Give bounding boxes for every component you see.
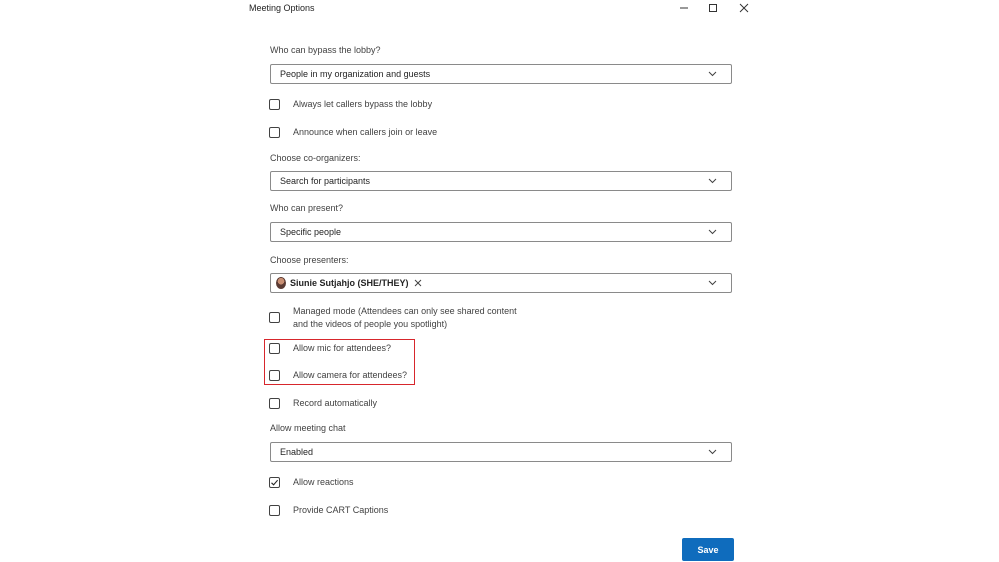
remove-presenter-button[interactable] <box>414 279 422 287</box>
maximize-button[interactable] <box>702 0 724 16</box>
lobby-value: People in my organization and guests <box>280 69 431 79</box>
close-icon <box>739 3 749 13</box>
lobby-dropdown[interactable]: People in my organization and guests <box>270 64 732 84</box>
callers-bypass-label: Always let callers bypass the lobby <box>293 99 433 109</box>
managed-mode-label-line1: Managed mode (Attendees can only see sha… <box>293 306 517 316</box>
checkmark-icon <box>271 479 279 486</box>
allow-reactions-row[interactable]: Allow reactions <box>269 477 354 488</box>
maximize-icon <box>709 4 717 12</box>
meeting-chat-label: Allow meeting chat <box>270 423 346 433</box>
announce-callers-row[interactable]: Announce when callers join or leave <box>269 127 437 138</box>
chevron-down-icon <box>708 449 717 455</box>
chevron-down-icon <box>708 280 717 286</box>
callers-bypass-checkbox[interactable] <box>269 99 280 110</box>
chevron-down-icon <box>708 71 717 77</box>
managed-mode-label: Managed mode (Attendees can only see sha… <box>293 305 517 331</box>
chevron-down-icon <box>708 178 717 184</box>
meeting-chat-value: Enabled <box>280 447 314 457</box>
allow-camera-checkbox[interactable] <box>269 370 280 381</box>
remove-icon <box>414 279 421 287</box>
minimize-icon <box>680 7 688 9</box>
cart-captions-label: Provide CART Captions <box>293 505 389 515</box>
presenters-who-label: Who can present? <box>270 203 344 213</box>
presenter-chip: Siunie Sutjahjo (SHE/THEY) <box>276 277 422 289</box>
presenters-choose-label: Choose presenters: <box>270 255 349 265</box>
cart-captions-checkbox[interactable] <box>269 505 280 516</box>
meeting-options-window: Meeting Options Who can bypass the lobby… <box>0 0 999 562</box>
save-button[interactable]: Save <box>682 538 734 561</box>
callers-bypass-row[interactable]: Always let callers bypass the lobby <box>269 99 432 110</box>
allow-camera-row[interactable]: Allow camera for attendees? <box>269 370 407 381</box>
presenter-chip-name: Siunie Sutjahjo (SHE/THEY) <box>290 278 409 288</box>
coorganizers-label: Choose co-organizers: <box>270 153 361 163</box>
allow-reactions-label: Allow reactions <box>293 477 354 487</box>
allow-mic-checkbox[interactable] <box>269 343 280 354</box>
announce-callers-label: Announce when callers join or leave <box>293 127 438 137</box>
managed-mode-label-line2: and the videos of people you spotlight) <box>293 319 448 329</box>
presenters-who-value: Specific people <box>280 227 342 237</box>
record-auto-row[interactable]: Record automatically <box>269 398 377 409</box>
coorganizers-placeholder: Search for participants <box>280 176 371 186</box>
managed-mode-row[interactable]: Managed mode (Attendees can only see sha… <box>269 306 517 329</box>
lobby-label: Who can bypass the lobby? <box>270 45 381 55</box>
presenters-who-dropdown[interactable]: Specific people <box>270 222 732 242</box>
chevron-down-icon <box>708 229 717 235</box>
managed-mode-checkbox[interactable] <box>269 312 280 323</box>
coorganizers-dropdown[interactable]: Search for participants <box>270 171 732 191</box>
record-auto-label: Record automatically <box>293 398 378 408</box>
cart-captions-row[interactable]: Provide CART Captions <box>269 505 388 516</box>
allow-camera-label: Allow camera for attendees? <box>293 370 408 380</box>
window-title: Meeting Options <box>249 3 315 13</box>
meeting-chat-dropdown[interactable]: Enabled <box>270 442 732 462</box>
allow-mic-label: Allow mic for attendees? <box>293 343 392 353</box>
record-auto-checkbox[interactable] <box>269 398 280 409</box>
close-window-button[interactable] <box>733 0 755 16</box>
minimize-button[interactable] <box>673 0 695 16</box>
allow-reactions-checkbox[interactable] <box>269 477 280 488</box>
allow-mic-row[interactable]: Allow mic for attendees? <box>269 343 391 354</box>
presenters-choose-dropdown[interactable]: Siunie Sutjahjo (SHE/THEY) <box>270 273 732 293</box>
avatar <box>276 277 286 289</box>
announce-callers-checkbox[interactable] <box>269 127 280 138</box>
